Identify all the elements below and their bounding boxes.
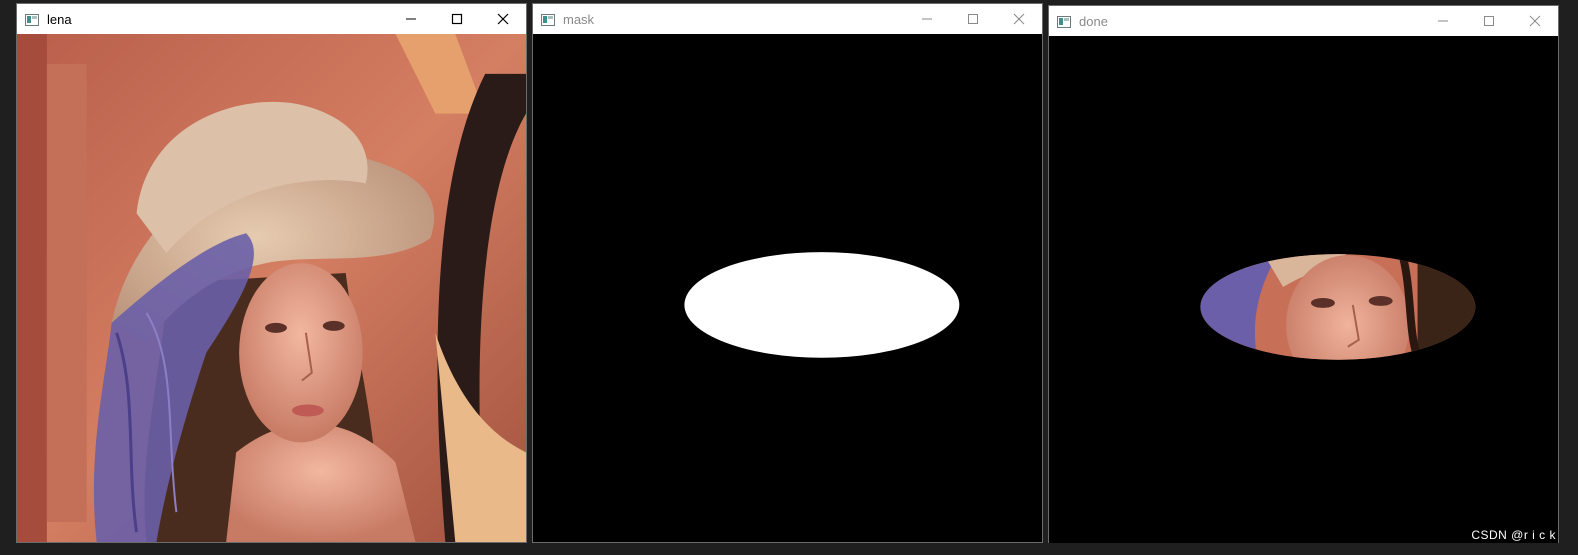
mask-ellipse (684, 252, 960, 358)
window-title: mask (563, 11, 595, 27)
maximize-button[interactable] (950, 4, 996, 34)
opencv-window-icon (25, 13, 39, 26)
maximize-icon (1484, 16, 1494, 26)
titlebar-done[interactable]: done (1049, 6, 1558, 36)
window-done[interactable]: done (1048, 5, 1559, 545)
close-icon (1013, 13, 1025, 25)
mask-image (533, 34, 1042, 542)
close-button[interactable] (996, 4, 1042, 34)
image-canvas-lena (17, 34, 526, 542)
close-button[interactable] (1512, 6, 1558, 36)
minimize-button[interactable] (904, 4, 950, 34)
close-icon (1529, 15, 1541, 27)
lena-image (17, 34, 526, 542)
titlebar-mask[interactable]: mask (533, 4, 1042, 34)
maximize-icon (968, 14, 978, 24)
window-title: lena (47, 11, 72, 27)
maximize-button[interactable] (1466, 6, 1512, 36)
watermark: CSDN @r i c k (1471, 528, 1556, 542)
opencv-window-icon (541, 13, 555, 26)
minimize-icon (922, 18, 932, 20)
image-canvas-mask (533, 34, 1042, 542)
desktop: lena mask done CSDN @r i c k (0, 0, 1578, 555)
titlebar-lena[interactable]: lena (17, 4, 526, 34)
bottom-strip (0, 543, 1578, 555)
window-lena[interactable]: lena (16, 3, 527, 543)
window-mask[interactable]: mask (532, 3, 1043, 543)
image-canvas-done (1049, 36, 1558, 544)
window-title: done (1079, 13, 1108, 29)
minimize-button[interactable] (1420, 6, 1466, 36)
close-button[interactable] (480, 4, 526, 34)
maximize-icon (451, 13, 463, 25)
done-image (1049, 36, 1558, 544)
minimize-icon (406, 18, 416, 20)
maximize-button[interactable] (434, 4, 480, 34)
opencv-window-icon (1057, 15, 1071, 28)
minimize-button[interactable] (388, 4, 434, 34)
minimize-icon (1438, 20, 1448, 22)
close-icon (497, 13, 509, 25)
